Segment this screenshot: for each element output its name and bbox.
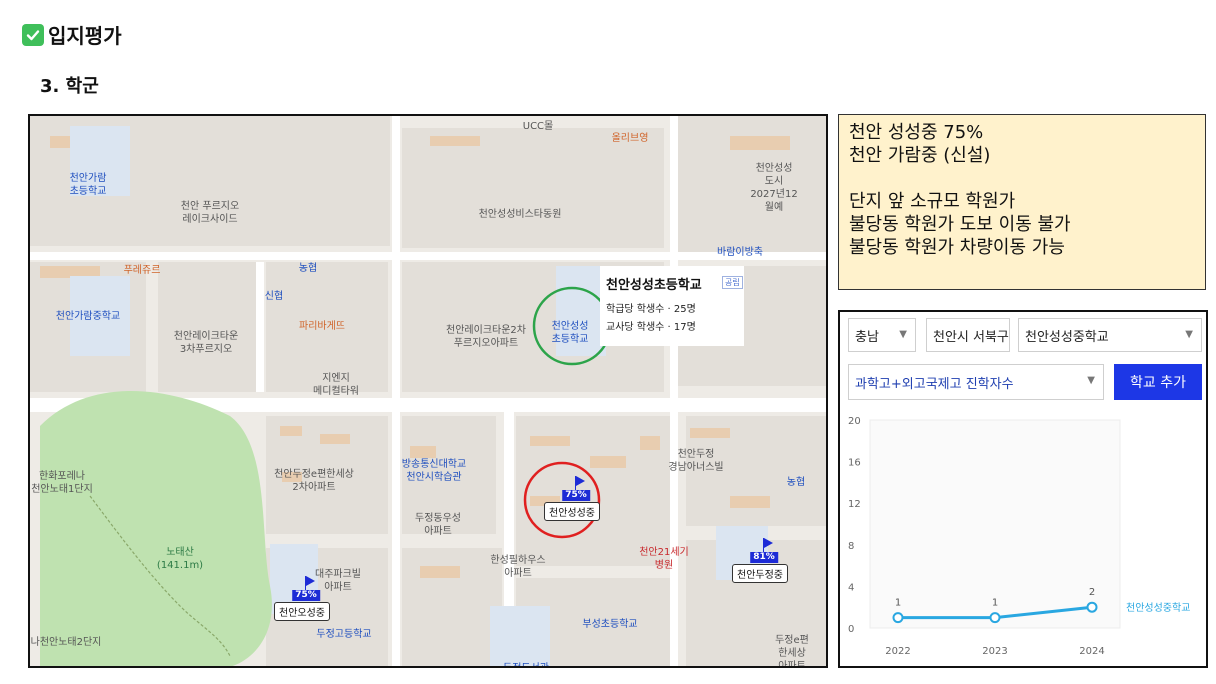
section-title: 입지평가 <box>22 20 122 49</box>
map-place-label[interactable]: 지엔지 메디컬타워 <box>313 372 359 398</box>
school-flag-icon[interactable] <box>575 476 585 492</box>
region-select[interactable]: 충남 ▼ <box>848 318 916 352</box>
map-place-label[interactable]: 파리바게뜨 <box>299 320 345 333</box>
map-place-label[interactable]: 천안성성비스타동원 <box>479 208 562 221</box>
chevron-down-icon: ▼ <box>1185 329 1193 340</box>
note-line: 불당동 학원가 도보 이동 불가 <box>849 214 1071 235</box>
school-flag-icon[interactable] <box>763 538 773 554</box>
school-name-tag[interactable]: 천안성성중 <box>544 502 600 521</box>
map-place-label[interactable]: 방송통신대학교 천안시학습관 <box>402 458 466 484</box>
map-place-label[interactable]: 천안두정e편한세상 2차아파트 <box>274 468 354 494</box>
school-percentage-tag: 75% <box>292 590 320 601</box>
x-tick-label: 2024 <box>1079 646 1104 657</box>
map-place-label[interactable]: 올리브영 <box>612 132 649 145</box>
school-flag-icon[interactable] <box>305 576 315 592</box>
map-place-label[interactable]: 노태산 (141.1m) <box>157 546 203 572</box>
data-point[interactable] <box>1086 601 1098 613</box>
popup-school-badge: 공립 <box>722 276 743 289</box>
school-info-popup[interactable]: 천안성성초등학교 공립 학급당 학생수 · 25명 교사당 학생수 · 17명 <box>600 266 744 346</box>
x-tick-label: 2022 <box>885 646 910 657</box>
note-line <box>849 167 1195 190</box>
map-place-label[interactable]: 천안두정 경남아너스빌 <box>668 448 723 474</box>
page: 입지평가 3. 학군 UCC몰 올리브영 천안가람 초등학교 천안 푸르지오 레… <box>0 0 1216 684</box>
map-place-label[interactable]: 바람이방축 <box>717 246 763 259</box>
subsection-title: 3. 학군 <box>40 76 99 97</box>
add-school-button[interactable]: 학교 추가 <box>1114 364 1202 400</box>
popup-class-students: 학급당 학생수 · 25명 <box>606 304 696 315</box>
data-point[interactable] <box>892 612 904 624</box>
series-legend-label: 천안성성중학교 <box>1126 602 1190 614</box>
y-tick-label: 12 <box>848 499 861 510</box>
map-place-label[interactable]: 한화포레나 천안노태1단지 <box>31 470 93 496</box>
district-select[interactable]: 천안시 서북구 <box>926 318 1010 352</box>
data-label: 1 <box>895 598 901 609</box>
notes-box: 천안 성성중 75% 천안 가람중 (신설) 단지 앞 소규모 학원가 불당동 학원가… <box>838 114 1206 290</box>
map-place-label[interactable]: 두정고등학교 <box>316 628 371 641</box>
map-place-label[interactable]: UCC몰 <box>523 120 553 133</box>
school-select[interactable]: 천안성성중학교 ▼ <box>1018 318 1202 352</box>
y-tick-label: 0 <box>848 624 854 635</box>
popup-teacher-students: 교사당 학생수 · 17명 <box>606 322 696 333</box>
data-label: 2 <box>1089 587 1095 598</box>
school-name-tag[interactable]: 천안오성중 <box>274 602 330 621</box>
y-tick-label: 16 <box>848 458 861 469</box>
chevron-down-icon: ▼ <box>899 329 907 340</box>
note-line: 불당동 학원가 차량이동 가능 <box>849 237 1065 258</box>
map-place-label[interactable]: 두정도서관 <box>503 662 549 666</box>
map-place-label[interactable]: 농협 <box>787 476 805 489</box>
map-place-label[interactable]: 농협 <box>299 262 317 275</box>
map-place-label[interactable]: 천안성성 도시 2027년12월예 <box>748 162 800 214</box>
map-place-label[interactable]: 두정e편한세상 아파트 <box>775 634 809 666</box>
data-point[interactable] <box>989 612 1001 624</box>
metric-select[interactable]: 과학고+외고국제고 진학자수 ▼ <box>848 364 1104 400</box>
data-label: 1 <box>992 598 998 609</box>
map-place-label[interactable]: 천안 푸르지오 레이크사이드 <box>181 200 239 226</box>
school-name-tag[interactable]: 천안두정중 <box>732 564 788 583</box>
map-background <box>30 116 826 666</box>
map-place-label[interactable]: 천안성성 초등학교 <box>552 320 589 346</box>
map-place-label[interactable]: 천안21세기 병원 <box>639 546 689 572</box>
map-place-label[interactable]: 한성필하우스 아파트 <box>490 554 545 580</box>
map-place-label[interactable]: 신협 <box>265 290 283 303</box>
map-place-label[interactable]: 부성초등학교 <box>582 618 637 631</box>
map-place-label[interactable]: 푸레쥬르 <box>124 264 161 277</box>
school-percentage-tag: 81% <box>750 552 778 563</box>
popup-school-name: 천안성성초등학교 <box>606 278 702 293</box>
section-title-text: 입지평가 <box>48 24 122 48</box>
school-district-map[interactable]: UCC몰올리브영천안가람 초등학교천안 푸르지오 레이크사이드 천안성성비스타동원… <box>28 114 828 668</box>
note-line: 단지 앞 소규모 학원가 <box>849 191 1016 212</box>
note-line: 천안 성성중 75% <box>849 122 984 143</box>
line-chart: 0481216202022 2023 20241 12천안성성중학교 <box>848 416 1190 657</box>
school-chart-panel: 충남 ▼ 천안시 서북구 천안성성중학교 ▼ 과학고+외고국제고 진학자수 ▼ … <box>838 310 1208 668</box>
note-line: 천안 가람중 (신설) <box>849 145 991 166</box>
map-place-label[interactable]: 천안레이크타운 3차푸르지오 <box>174 330 238 356</box>
y-tick-label: 4 <box>848 582 854 593</box>
y-tick-label: 20 <box>848 416 861 427</box>
metric-select-value: 과학고+외고국제고 진학자수 <box>855 376 1014 392</box>
map-place-label[interactable]: 나천안노태2단지 <box>31 636 102 649</box>
map-place-label[interactable]: 천안레이크타운2차 푸르지오아파트 <box>446 324 526 350</box>
map-place-label[interactable]: 두정동우성 아파트 <box>415 512 461 538</box>
region-select-value: 충남 <box>855 329 879 345</box>
school-select-value: 천안성성중학교 <box>1025 329 1109 345</box>
chevron-down-icon: ▼ <box>1087 375 1095 386</box>
map-place-label[interactable]: 천안가람 초등학교 <box>70 172 107 198</box>
map-place-label[interactable]: 천안가람중학교 <box>56 310 120 323</box>
school-percentage-tag: 75% <box>562 490 590 501</box>
check-icon <box>22 23 44 46</box>
map-place-label[interactable]: 대주파크빌 아파트 <box>315 568 361 594</box>
y-tick-label: 8 <box>848 541 854 552</box>
district-select-value: 천안시 서북구 <box>933 329 1009 345</box>
x-tick-label: 2023 <box>982 646 1007 657</box>
